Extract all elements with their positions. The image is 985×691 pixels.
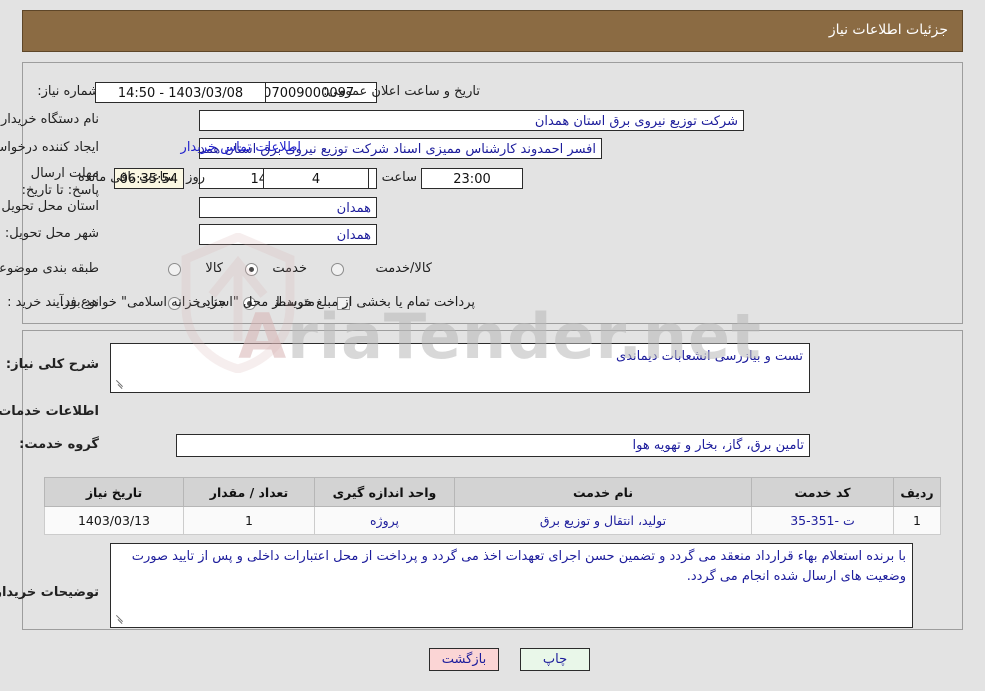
table-header-quantity: تعداد / مقدار: [183, 477, 315, 507]
deadline-hour-label: ساعت: [381, 170, 417, 185]
buyer-contact-link[interactable]: اطلاعات تماس خریدار: [160, 140, 301, 155]
cell-name: تولید، انتقال و توزیع برق: [454, 506, 752, 535]
services-table: ردیف کد خدمت نام خدمت واحد اندازه گیری ت…: [44, 477, 941, 535]
table-header-row: ردیف کد خدمت نام خدمت واحد اندازه گیری ت…: [44, 477, 941, 507]
category-option-khedmat-label: خدمت: [272, 261, 307, 276]
table-header-unit: واحد اندازه گیری: [314, 477, 455, 507]
page-header-bar: جزئیات اطلاعات نیاز: [22, 10, 963, 52]
service-group-label: گروه خدمت:: [19, 437, 99, 452]
category-radio-kala[interactable]: [168, 263, 181, 276]
table-row: 1 ت -351-35 تولید، انتقال و توزیع برق پر…: [44, 506, 941, 535]
table-header-need-date: تاریخ نیاز: [44, 477, 184, 507]
back-button[interactable]: بازگشت: [429, 648, 499, 671]
request-creator-label: ایجاد کننده درخواست:: [0, 140, 99, 155]
deadline-remaining-label: ساعت باقی مانده: [78, 170, 175, 185]
print-button[interactable]: چاپ: [520, 648, 590, 671]
cell-unit: پروژه: [314, 506, 455, 535]
category-radio-khedmat[interactable]: [245, 263, 258, 276]
services-section-title: اطلاعات خدمات مورد نیاز: [0, 404, 99, 419]
buyer-notes-textarea[interactable]: با برنده استعلام بهاء قرارداد منعقد می گ…: [110, 543, 913, 628]
table-header-name: نام خدمت: [454, 477, 752, 507]
page-title: جزئیات اطلاعات نیاز: [828, 22, 948, 38]
cell-radif: 1: [893, 506, 941, 535]
delivery-province-field[interactable]: همدان: [199, 197, 377, 218]
delivery-city-label: شهر محل تحویل:: [4, 226, 99, 241]
resize-grip-icon[interactable]: [113, 379, 125, 391]
announce-datetime-label: تاریخ و ساعت اعلان عمومی:: [323, 84, 480, 99]
buyer-notes-label: توضیحات خریدار:: [0, 585, 99, 600]
cell-need-date: 1403/03/13: [44, 506, 184, 535]
need-number-label: شماره نیاز:: [37, 84, 99, 99]
announce-datetime-field[interactable]: 1403/03/08 - 14:50: [95, 82, 266, 103]
delivery-city-field[interactable]: همدان: [199, 224, 377, 245]
deadline-days-field[interactable]: 4: [263, 168, 369, 189]
buyer-org-label: نام دستگاه خریدار:: [0, 112, 99, 127]
cell-code: ت -351-35: [751, 506, 894, 535]
service-group-field[interactable]: تامین برق، گاز، بخار و تهویه هوا: [176, 434, 810, 457]
tender-details-page: جزئیات اطلاعات نیاز AriaTender.net شماره…: [0, 0, 985, 691]
general-desc-label: شرح کلی نیاز:: [5, 357, 99, 372]
buyer-org-field[interactable]: شرکت توزیع نیروی برق استان همدان: [199, 110, 744, 131]
general-desc-textarea[interactable]: تست و بیازرسی انشعابات دیماندی: [110, 343, 810, 393]
table-header-radif: ردیف: [893, 477, 941, 507]
category-label: طبقه بندی موضوعی:: [0, 261, 99, 276]
delivery-province-label: استان محل تحویل:: [0, 199, 99, 214]
general-desc-value: تست و بیازرسی انشعابات دیماندی: [616, 349, 803, 364]
resize-grip-icon-notes[interactable]: [113, 614, 125, 626]
treasury-bond-note: پرداخت تمام یا بخشی از مبلغ خرید،از محل …: [60, 295, 475, 310]
deadline-hour-field[interactable]: 23:00: [421, 168, 523, 189]
category-option-kala-label: کالا: [205, 261, 223, 276]
cell-quantity: 1: [183, 506, 315, 535]
buyer-notes-value: با برنده استعلام بهاء قرارداد منعقد می گ…: [131, 549, 906, 584]
category-radio-kala-khedmat[interactable]: [331, 263, 344, 276]
category-option-kala-khedmat-label: کالا/خدمت: [375, 261, 432, 276]
table-header-code: کد خدمت: [751, 477, 894, 507]
